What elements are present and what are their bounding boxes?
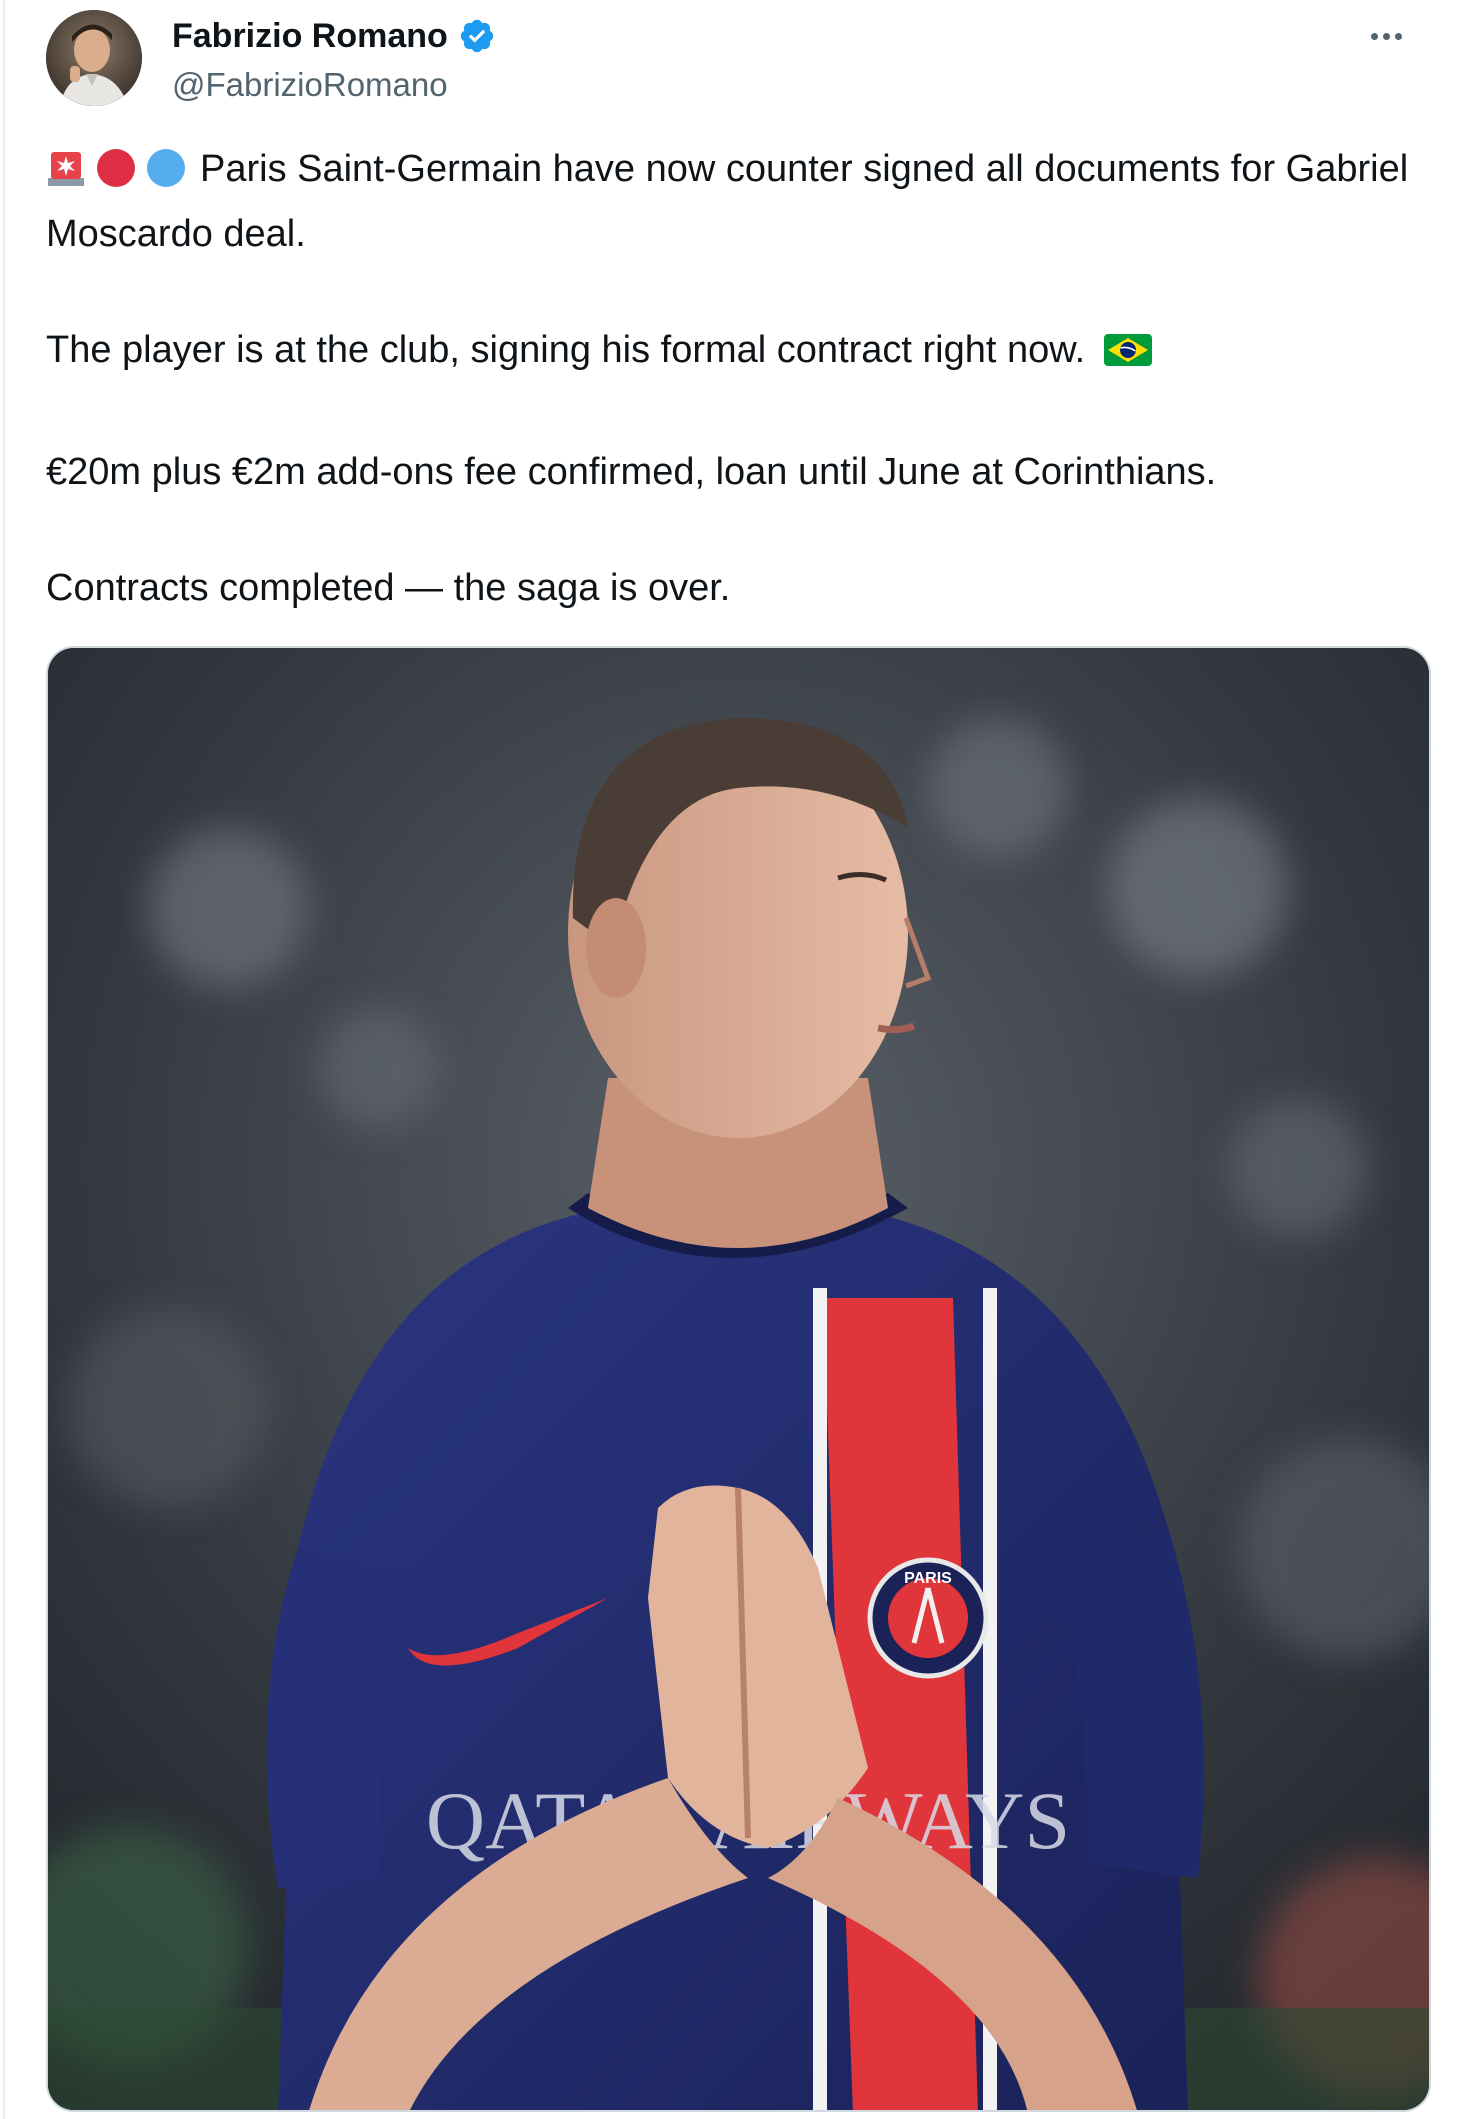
- tweet-text: Paris Saint-Germain have now counter sig…: [46, 140, 1426, 617]
- tweet-card[interactable]: Fabrizio Romano @FabrizioRomano Paris Sa…: [0, 0, 1460, 2119]
- tweet-header: Fabrizio Romano @FabrizioRomano: [46, 10, 1426, 110]
- author-handle[interactable]: @FabrizioRomano: [172, 66, 448, 104]
- author-name-row: Fabrizio Romano: [172, 14, 496, 58]
- more-options-icon: [1370, 32, 1402, 40]
- tweet-paragraph-1: Paris Saint-Germain have now counter sig…: [46, 140, 1426, 263]
- red-circle-emoji: [96, 147, 136, 205]
- tweet-line-4: Contracts completed — the saga is over.: [46, 567, 731, 609]
- crest-text: PARIS: [904, 1570, 952, 1587]
- avatar[interactable]: [46, 10, 142, 106]
- blue-circle-emoji: [146, 147, 186, 205]
- more-options-button[interactable]: [1356, 14, 1416, 58]
- verified-badge-icon: [458, 17, 496, 55]
- tweet-line-3: €20m plus €2m add-ons fee confirmed, loa…: [46, 451, 1217, 493]
- tweet-line-1: Paris Saint-Germain have now counter sig…: [46, 148, 1409, 255]
- tweet-paragraph-2: The player is at the club, signing his f…: [46, 321, 1426, 385]
- brazil-flag-emoji: [1103, 327, 1152, 385]
- author-display-name[interactable]: Fabrizio Romano: [172, 17, 448, 56]
- tweet-paragraph-3: €20m plus €2m add-ons fee confirmed, loa…: [46, 443, 1426, 501]
- tweet-paragraph-4: Contracts completed — the saga is over.: [46, 559, 1426, 617]
- tweet-line-2: The player is at the club, signing his f…: [46, 329, 1086, 371]
- player-photo: PARIS QATAR AIRWAYS: [48, 648, 1429, 2110]
- police-light-emoji: [46, 147, 86, 205]
- emoji-group: [46, 147, 190, 205]
- tweet-media-photo[interactable]: PARIS QATAR AIRWAYS: [46, 646, 1431, 2112]
